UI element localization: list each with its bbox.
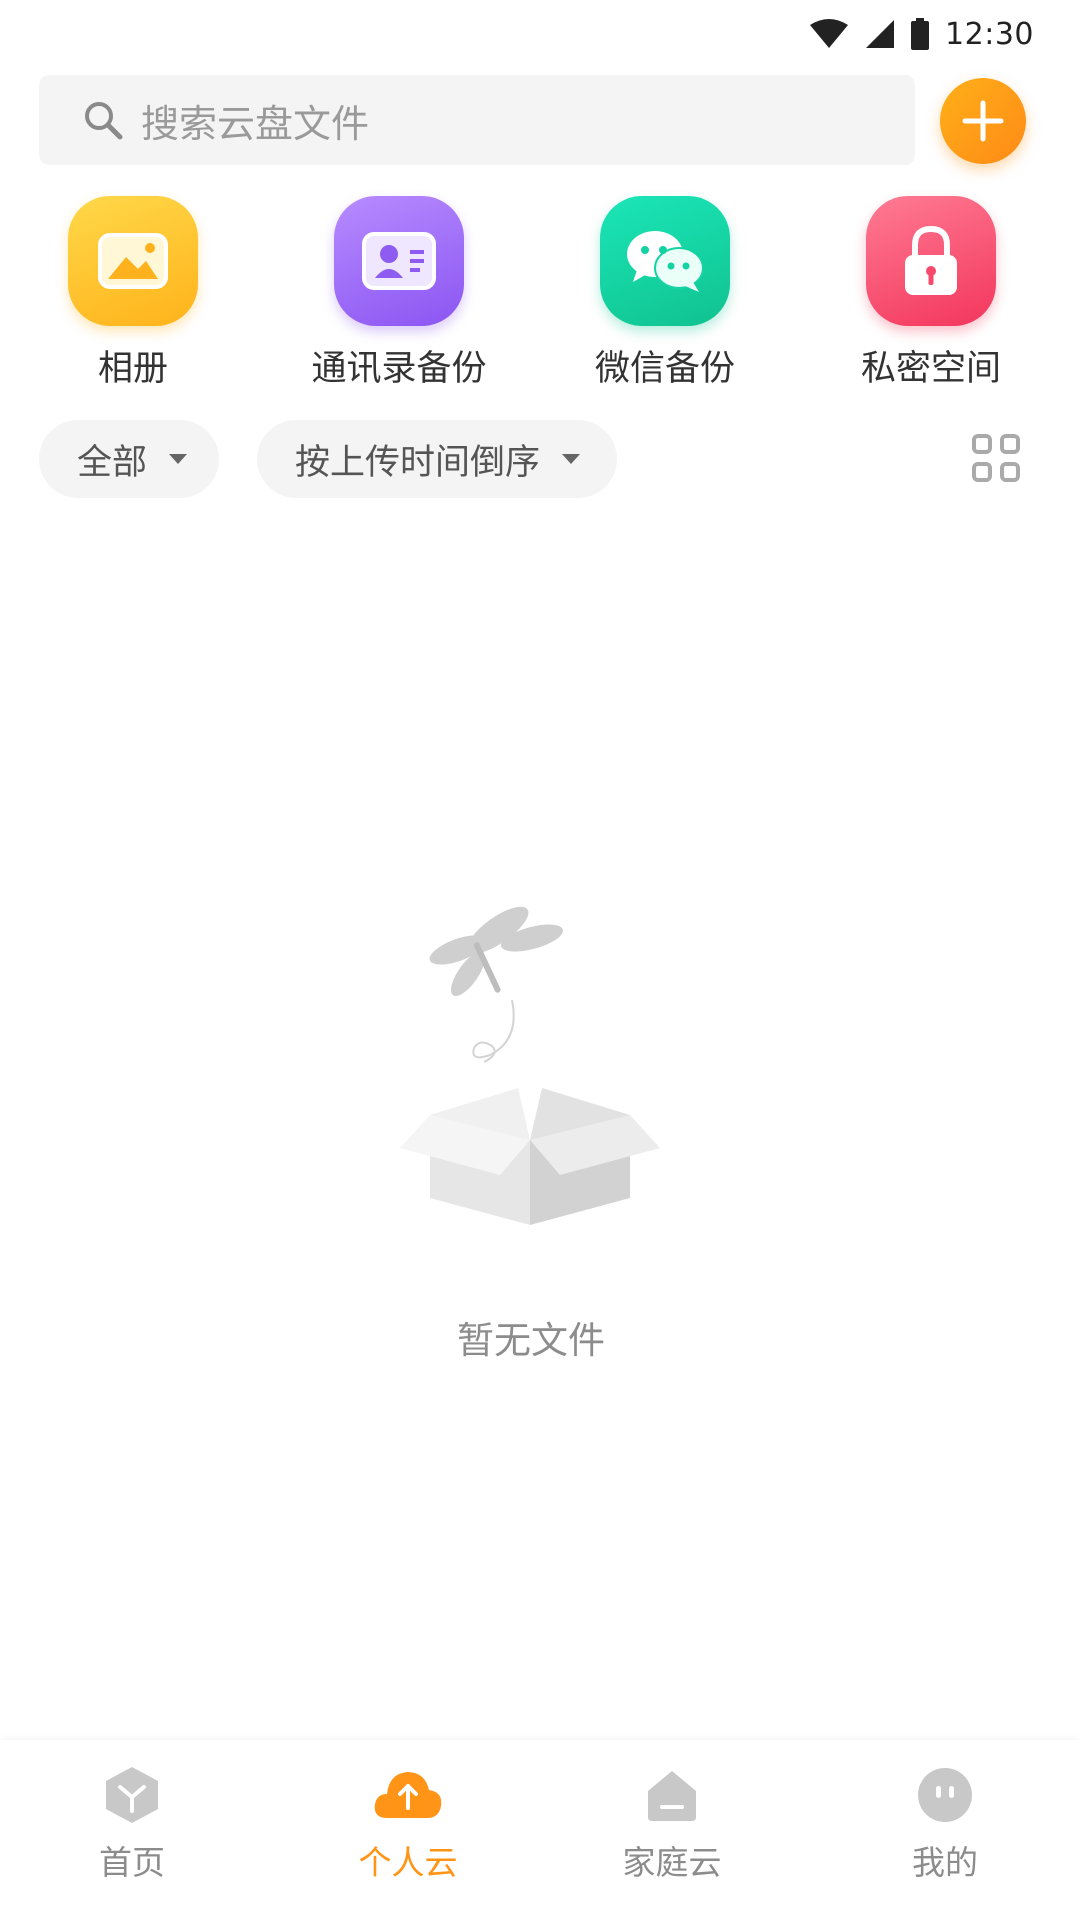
wifi-icon bbox=[810, 19, 849, 48]
nav-item-home[interactable]: 首页 bbox=[32, 1760, 232, 1884]
profile-face-icon bbox=[918, 1768, 972, 1822]
wechat-icon bbox=[600, 196, 730, 326]
add-button[interactable] bbox=[940, 78, 1026, 164]
sort-order-label: 按上传时间倒序 bbox=[295, 442, 541, 483]
quick-entry-label: 微信备份 bbox=[594, 349, 735, 389]
status-bar: 12:30 bbox=[0, 0, 1080, 72]
nav-item-mine[interactable]: 我的 bbox=[845, 1760, 1045, 1884]
type-filter-label: 全部 bbox=[77, 442, 148, 483]
contacts-card-icon bbox=[334, 196, 464, 326]
sort-order-dropdown[interactable]: 按上传时间倒序 bbox=[257, 420, 617, 498]
cellular-signal-icon bbox=[866, 20, 895, 48]
empty-box-illustration bbox=[400, 906, 660, 1225]
search-placeholder: 搜索云盘文件 bbox=[141, 101, 370, 146]
nav-label: 首页 bbox=[99, 1843, 165, 1882]
personal-cloud-upload-icon bbox=[374, 1772, 442, 1818]
quick-entry-label: 通讯录备份 bbox=[311, 349, 487, 389]
status-icons: 12:30 bbox=[809, 12, 1034, 56]
quick-entry-album[interactable]: 相册 bbox=[3, 196, 263, 391]
search-icon bbox=[85, 102, 123, 140]
battery-icon bbox=[911, 18, 930, 50]
type-filter-dropdown[interactable]: 全部 bbox=[39, 420, 219, 498]
family-cloud-house-icon bbox=[648, 1771, 696, 1821]
quick-entry-contacts-backup[interactable]: 通讯录备份 bbox=[269, 196, 529, 391]
bottom-navigation: 首页 个人云 家庭云 我的 bbox=[0, 1740, 1080, 1920]
search-input[interactable]: 搜索云盘文件 bbox=[39, 75, 915, 165]
home-cube-icon bbox=[106, 1767, 158, 1823]
quick-entry-private-space[interactable]: 私密空间 bbox=[801, 196, 1061, 391]
nav-item-family-cloud[interactable]: 家庭云 bbox=[572, 1760, 772, 1884]
quick-entry-label: 相册 bbox=[97, 349, 168, 389]
quick-entry-label: 私密空间 bbox=[860, 349, 1001, 389]
quick-entry-wechat-backup[interactable]: 微信备份 bbox=[535, 196, 795, 391]
status-time: 12:30 bbox=[945, 16, 1034, 52]
empty-state-message: 暂无文件 bbox=[457, 1319, 605, 1362]
photo-album-icon bbox=[68, 196, 198, 326]
quick-entries: 相册 通讯录备份 微信备份 私密空间 bbox=[0, 196, 1080, 396]
nav-label: 家庭云 bbox=[622, 1843, 722, 1882]
nav-label: 个人云 bbox=[358, 1843, 458, 1882]
grid-view-toggle-icon[interactable] bbox=[972, 434, 1024, 486]
lock-icon bbox=[866, 196, 996, 326]
nav-item-personal-cloud[interactable]: 个人云 bbox=[308, 1760, 508, 1884]
plus-icon bbox=[962, 100, 1004, 142]
nav-label: 我的 bbox=[912, 1843, 978, 1882]
chevron-down-icon bbox=[169, 454, 188, 464]
chevron-down-icon bbox=[562, 454, 581, 464]
